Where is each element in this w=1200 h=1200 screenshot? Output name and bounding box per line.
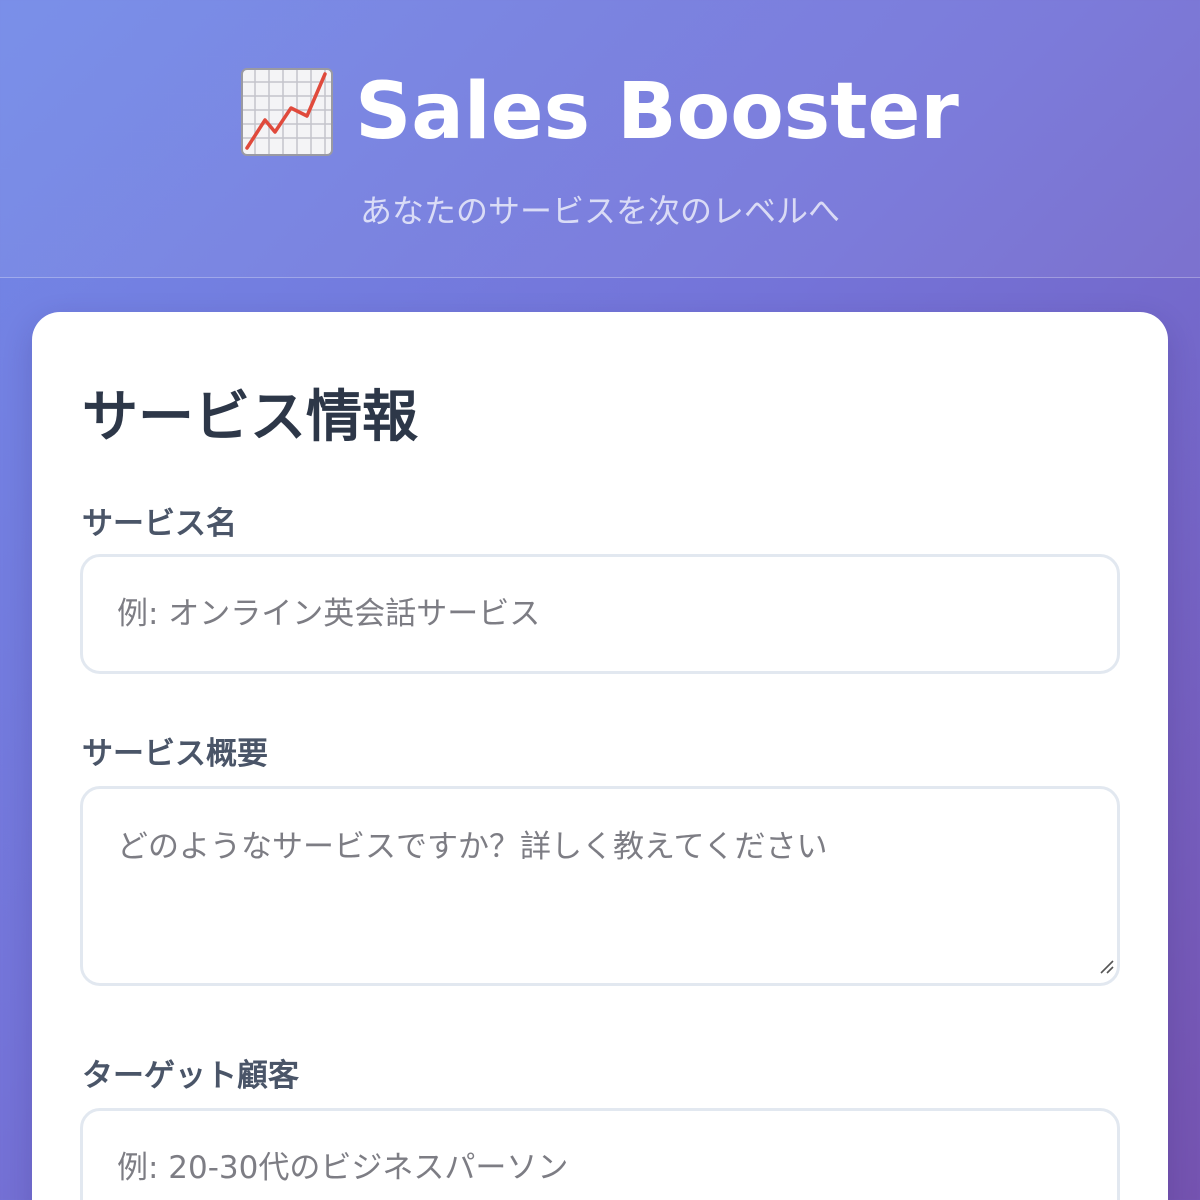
resize-handle-icon[interactable] — [1098, 958, 1114, 974]
chart-increasing-icon — [241, 68, 334, 156]
tagline: あなたのサービスを次のレベルへ — [359, 192, 840, 230]
service-overview-label: サービス概要 — [82, 736, 268, 772]
page-header: Sales Booster あなたのサービスを次のレベルへ — [0, 0, 1200, 278]
brand: Sales Booster — [0, 62, 1200, 162]
service-info-card: サービス情報 サービス名 サービス概要 ターゲット顧客 — [32, 312, 1168, 1200]
service-overview-textarea[interactable] — [80, 786, 1120, 986]
target-customer-label: ターゲット顧客 — [82, 1058, 299, 1094]
app-title: Sales Booster — [355, 67, 959, 157]
service-name-input[interactable] — [80, 554, 1120, 674]
section-title: サービス情報 — [82, 385, 418, 450]
service-name-label: サービス名 — [82, 506, 237, 542]
target-customer-input[interactable] — [80, 1108, 1120, 1200]
